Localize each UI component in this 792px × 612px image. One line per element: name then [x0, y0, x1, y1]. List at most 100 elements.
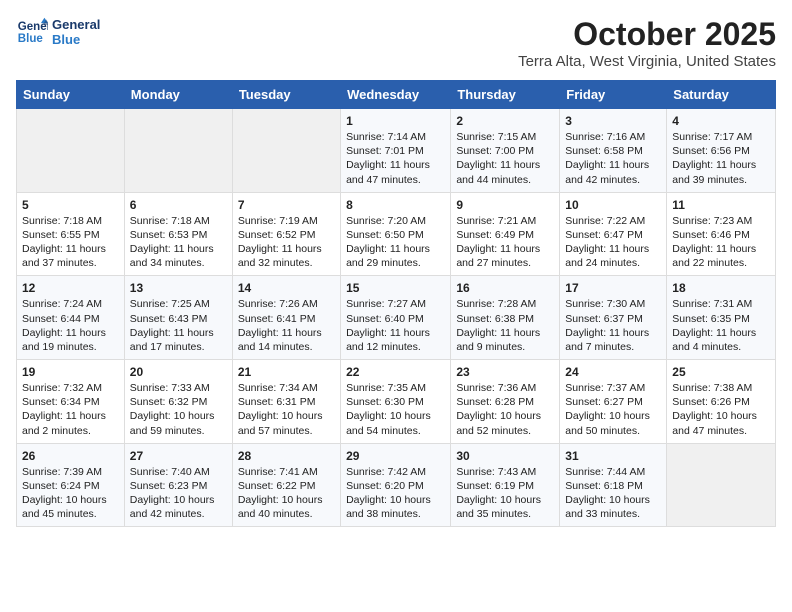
cell-content: Sunrise: 7:39 AM Sunset: 6:24 PM Dayligh…: [22, 465, 119, 522]
calendar-cell: [124, 109, 232, 193]
day-number: 26: [22, 449, 119, 463]
day-number: 17: [565, 281, 661, 295]
day-number: 16: [456, 281, 554, 295]
logo-icon: General Blue: [16, 16, 48, 48]
calendar-cell: 4 Sunrise: 7:17 AM Sunset: 6:56 PM Daylig…: [667, 109, 776, 193]
day-number: 20: [130, 365, 227, 379]
logo: General Blue General Blue: [16, 16, 100, 48]
calendar-cell: [232, 109, 340, 193]
cell-content: Sunrise: 7:23 AM Sunset: 6:46 PM Dayligh…: [672, 214, 770, 271]
cell-content: Sunrise: 7:43 AM Sunset: 6:19 PM Dayligh…: [456, 465, 554, 522]
calendar-cell: 18Sunrise: 7:31 AM Sunset: 6:35 PM Dayli…: [667, 276, 776, 360]
logo-general: General: [52, 17, 100, 32]
day-number: 4: [672, 114, 770, 128]
calendar-cell: 28 Sunrise: 7:41 AM Sunset: 6:22 PM Dayli…: [232, 443, 340, 527]
header-cell-wednesday: Wednesday: [341, 81, 451, 109]
calendar-cell: 11Sunrise: 7:23 AM Sunset: 6:46 PM Dayli…: [667, 192, 776, 276]
cell-content: Sunrise: 7:37 AM Sunset: 6:27 PM Dayligh…: [565, 381, 661, 438]
day-number: 22: [346, 365, 445, 379]
cell-content: Sunrise: 7:30 AM Sunset: 6:37 PM Dayligh…: [565, 297, 661, 354]
calendar-cell: 9 Sunrise: 7:21 AM Sunset: 6:49 PM Daylig…: [451, 192, 560, 276]
day-number: 8: [346, 198, 445, 212]
cell-content: Sunrise: 7:38 AM Sunset: 6:26 PM Dayligh…: [672, 381, 770, 438]
week-row-3: 12Sunrise: 7:24 AM Sunset: 6:44 PM Dayli…: [17, 276, 776, 360]
day-number: 24: [565, 365, 661, 379]
day-number: 10: [565, 198, 661, 212]
cell-content: Sunrise: 7:20 AM Sunset: 6:50 PM Dayligh…: [346, 214, 445, 271]
cell-content: Sunrise: 7:25 AM Sunset: 6:43 PM Dayligh…: [130, 297, 227, 354]
cell-content: Sunrise: 7:42 AM Sunset: 6:20 PM Dayligh…: [346, 465, 445, 522]
cell-content: Sunrise: 7:21 AM Sunset: 6:49 PM Dayligh…: [456, 214, 554, 271]
calendar-title: October 2025: [518, 16, 776, 53]
day-number: 3: [565, 114, 661, 128]
day-number: 2: [456, 114, 554, 128]
day-number: 1: [346, 114, 445, 128]
calendar-cell: 20Sunrise: 7:33 AM Sunset: 6:32 PM Dayli…: [124, 360, 232, 444]
day-number: 14: [238, 281, 335, 295]
calendar-cell: 5 Sunrise: 7:18 AM Sunset: 6:55 PM Daylig…: [17, 192, 125, 276]
cell-content: Sunrise: 7:28 AM Sunset: 6:38 PM Dayligh…: [456, 297, 554, 354]
calendar-table: SundayMondayTuesdayWednesdayThursdayFrid…: [16, 80, 776, 527]
cell-content: Sunrise: 7:35 AM Sunset: 6:30 PM Dayligh…: [346, 381, 445, 438]
cell-content: Sunrise: 7:41 AM Sunset: 6:22 PM Dayligh…: [238, 465, 335, 522]
calendar-cell: 24 Sunrise: 7:37 AM Sunset: 6:27 PM Dayli…: [560, 360, 667, 444]
calendar-cell: 7Sunrise: 7:19 AM Sunset: 6:52 PM Daylig…: [232, 192, 340, 276]
cell-content: Sunrise: 7:40 AM Sunset: 6:23 PM Dayligh…: [130, 465, 227, 522]
header: General Blue General Blue October 2025 T…: [16, 16, 776, 70]
cell-content: Sunrise: 7:16 AM Sunset: 6:58 PM Dayligh…: [565, 130, 661, 187]
header-cell-friday: Friday: [560, 81, 667, 109]
calendar-cell: 31Sunrise: 7:44 AM Sunset: 6:18 PM Dayli…: [560, 443, 667, 527]
calendar-cell: 26 Sunrise: 7:39 AM Sunset: 6:24 PM Dayli…: [17, 443, 125, 527]
calendar-cell: 17 Sunrise: 7:30 AM Sunset: 6:37 PM Dayli…: [560, 276, 667, 360]
cell-content: Sunrise: 7:32 AM Sunset: 6:34 PM Dayligh…: [22, 381, 119, 438]
day-number: 30: [456, 449, 554, 463]
calendar-cell: 15Sunrise: 7:27 AM Sunset: 6:40 PM Dayli…: [341, 276, 451, 360]
calendar-cell: [667, 443, 776, 527]
logo-blue: Blue: [52, 32, 100, 47]
cell-content: Sunrise: 7:15 AM Sunset: 7:00 PM Dayligh…: [456, 130, 554, 187]
calendar-cell: 6Sunrise: 7:18 AM Sunset: 6:53 PM Daylig…: [124, 192, 232, 276]
calendar-subtitle: Terra Alta, West Virginia, United States: [518, 53, 776, 70]
cell-content: Sunrise: 7:14 AM Sunset: 7:01 PM Dayligh…: [346, 130, 445, 187]
header-cell-tuesday: Tuesday: [232, 81, 340, 109]
day-number: 25: [672, 365, 770, 379]
header-cell-thursday: Thursday: [451, 81, 560, 109]
week-row-1: 1 Sunrise: 7:14 AM Sunset: 7:01 PM Daylig…: [17, 109, 776, 193]
calendar-cell: 29 Sunrise: 7:42 AM Sunset: 6:20 PM Dayli…: [341, 443, 451, 527]
day-number: 5: [22, 198, 119, 212]
title-area: October 2025 Terra Alta, West Virginia, …: [518, 16, 776, 70]
calendar-cell: 16 Sunrise: 7:28 AM Sunset: 6:38 PM Dayli…: [451, 276, 560, 360]
header-cell-sunday: Sunday: [17, 81, 125, 109]
cell-content: Sunrise: 7:26 AM Sunset: 6:41 PM Dayligh…: [238, 297, 335, 354]
header-row: SundayMondayTuesdayWednesdayThursdayFrid…: [17, 81, 776, 109]
day-number: 21: [238, 365, 335, 379]
calendar-cell: 1 Sunrise: 7:14 AM Sunset: 7:01 PM Daylig…: [341, 109, 451, 193]
day-number: 13: [130, 281, 227, 295]
calendar-cell: 22 Sunrise: 7:35 AM Sunset: 6:30 PM Dayli…: [341, 360, 451, 444]
calendar-cell: 19Sunrise: 7:32 AM Sunset: 6:34 PM Dayli…: [17, 360, 125, 444]
header-cell-monday: Monday: [124, 81, 232, 109]
week-row-2: 5 Sunrise: 7:18 AM Sunset: 6:55 PM Daylig…: [17, 192, 776, 276]
cell-content: Sunrise: 7:18 AM Sunset: 6:55 PM Dayligh…: [22, 214, 119, 271]
calendar-cell: 27 Sunrise: 7:40 AM Sunset: 6:23 PM Dayli…: [124, 443, 232, 527]
calendar-cell: 2 Sunrise: 7:15 AM Sunset: 7:00 PM Daylig…: [451, 109, 560, 193]
week-row-4: 19Sunrise: 7:32 AM Sunset: 6:34 PM Dayli…: [17, 360, 776, 444]
cell-content: Sunrise: 7:22 AM Sunset: 6:47 PM Dayligh…: [565, 214, 661, 271]
calendar-cell: 30 Sunrise: 7:43 AM Sunset: 6:19 PM Dayli…: [451, 443, 560, 527]
day-number: 29: [346, 449, 445, 463]
calendar-cell: 8 Sunrise: 7:20 AM Sunset: 6:50 PM Daylig…: [341, 192, 451, 276]
day-number: 6: [130, 198, 227, 212]
cell-content: Sunrise: 7:31 AM Sunset: 6:35 PM Dayligh…: [672, 297, 770, 354]
svg-text:Blue: Blue: [18, 33, 44, 45]
cell-content: Sunrise: 7:36 AM Sunset: 6:28 PM Dayligh…: [456, 381, 554, 438]
day-number: 27: [130, 449, 227, 463]
calendar-cell: 3 Sunrise: 7:16 AM Sunset: 6:58 PM Daylig…: [560, 109, 667, 193]
cell-content: Sunrise: 7:17 AM Sunset: 6:56 PM Dayligh…: [672, 130, 770, 187]
day-number: 28: [238, 449, 335, 463]
header-cell-saturday: Saturday: [667, 81, 776, 109]
day-number: 9: [456, 198, 554, 212]
day-number: 31: [565, 449, 661, 463]
calendar-cell: 14 Sunrise: 7:26 AM Sunset: 6:41 PM Dayli…: [232, 276, 340, 360]
day-number: 23: [456, 365, 554, 379]
day-number: 7: [238, 198, 335, 212]
